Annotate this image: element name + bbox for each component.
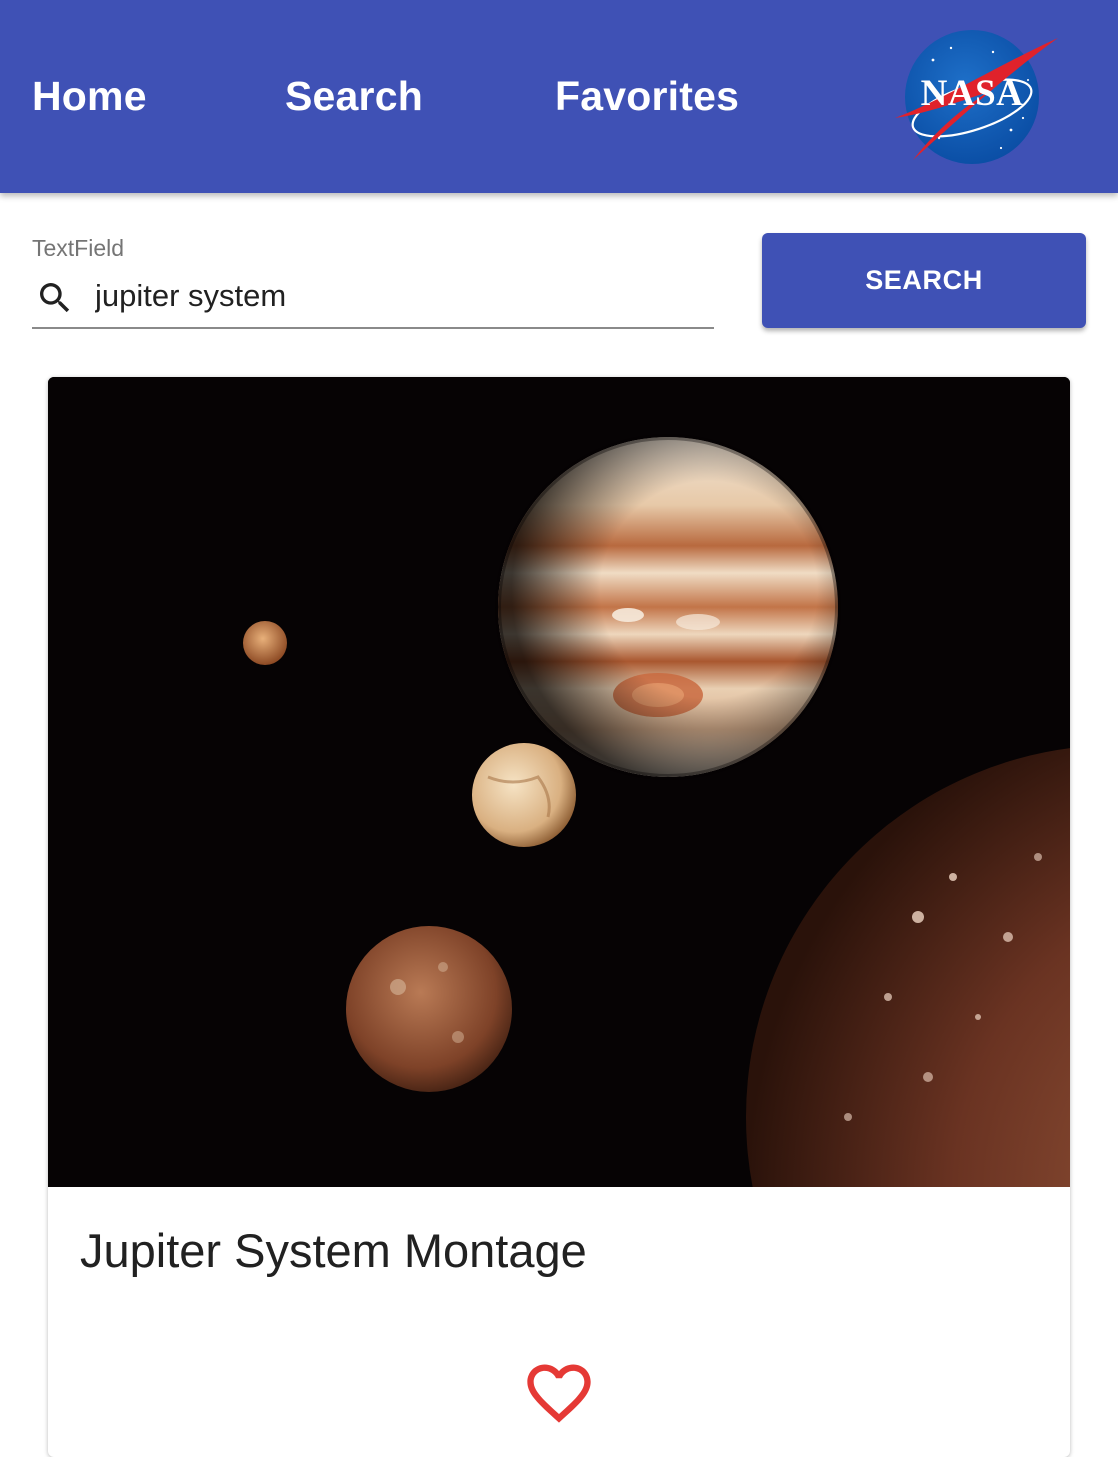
jupiter-system-image <box>48 377 1070 1187</box>
search-field-label: TextField <box>32 235 125 261</box>
nav-search-link[interactable]: Search <box>285 72 423 120</box>
favorite-button[interactable] <box>521 1355 597 1431</box>
search-field <box>32 268 714 329</box>
heart-outline-icon <box>527 1364 591 1423</box>
search-input[interactable] <box>95 274 695 318</box>
nav-favorites-link[interactable]: Favorites <box>555 72 739 120</box>
app-bar: Home Search Favorites NASA <box>0 0 1118 193</box>
nasa-logo-text: NASA <box>920 73 1024 114</box>
nasa-logo: NASA <box>893 30 1063 170</box>
result-title: Jupiter System Montage <box>80 1224 587 1277</box>
nav-home-link[interactable]: Home <box>32 72 147 120</box>
search-icon <box>40 283 70 313</box>
search-button[interactable]: SEARCH <box>762 233 1086 328</box>
result-card: Jupiter System Montage <box>48 377 1070 1457</box>
